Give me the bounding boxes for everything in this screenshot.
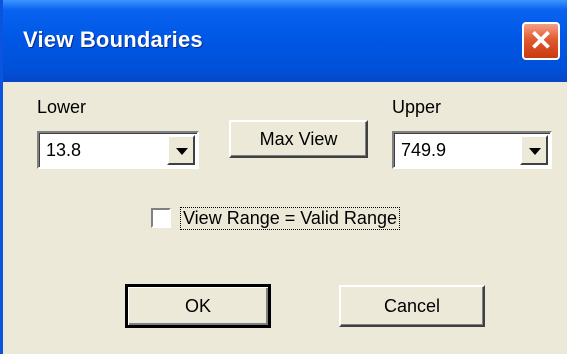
view-range-checkbox[interactable]	[151, 208, 171, 228]
upper-value: 749.9	[401, 140, 447, 160]
cancel-button[interactable]: Cancel	[339, 285, 485, 327]
view-boundaries-dialog: View Boundaries ✕ Lower 13.8 Max View Up…	[0, 0, 567, 354]
upper-combobox[interactable]: 749.9	[392, 131, 552, 169]
close-button[interactable]: ✕	[522, 22, 560, 60]
close-icon: ✕	[529, 25, 553, 56]
title-bar[interactable]: View Boundaries ✕	[3, 0, 567, 82]
ok-button[interactable]: OK	[125, 284, 271, 328]
dialog-title: View Boundaries	[23, 27, 203, 52]
lower-dropdown-button[interactable]	[167, 135, 195, 165]
chevron-down-icon	[176, 148, 188, 155]
lower-combobox[interactable]: 13.8	[37, 131, 199, 169]
lower-value: 13.8	[46, 140, 82, 160]
chevron-down-icon	[529, 148, 541, 155]
upper-label: Upper	[392, 97, 442, 117]
lower-label: Lower	[37, 97, 87, 117]
max-view-button[interactable]: Max View	[229, 120, 368, 158]
upper-dropdown-button[interactable]	[520, 135, 548, 165]
view-range-checkbox-label[interactable]: View Range = Valid Range	[180, 207, 400, 230]
